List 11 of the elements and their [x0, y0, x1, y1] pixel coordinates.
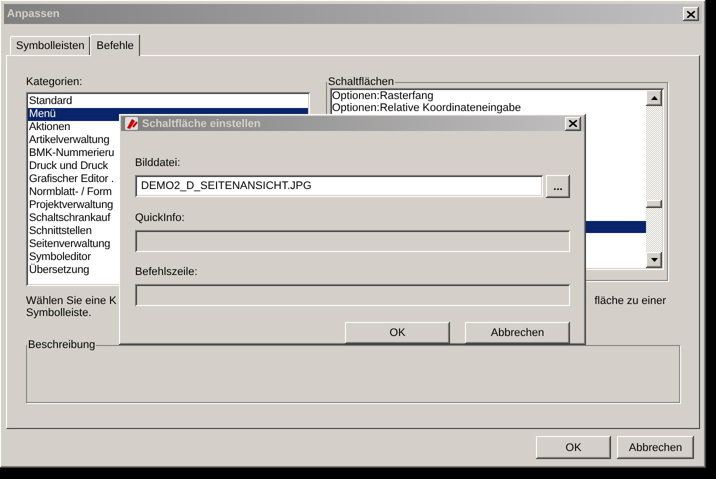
group-label: Schaltflächen	[327, 76, 396, 88]
hint-text: Symbolleiste.	[26, 307, 92, 319]
hint-text: fläche zu einer	[594, 295, 666, 307]
field-label: QuickInfo:	[135, 212, 185, 226]
categories-label: Kategorien:	[26, 76, 84, 88]
hint-text: Wählen Sie eine K	[26, 295, 116, 307]
field-label: Bilddatei:	[135, 157, 180, 171]
window-title: Anpassen	[7, 8, 60, 20]
field-label: Befehlszeile:	[135, 266, 198, 280]
dialog-title: Schaltfläche einstellen	[142, 118, 261, 130]
group-label: Beschreibung	[27, 339, 96, 351]
